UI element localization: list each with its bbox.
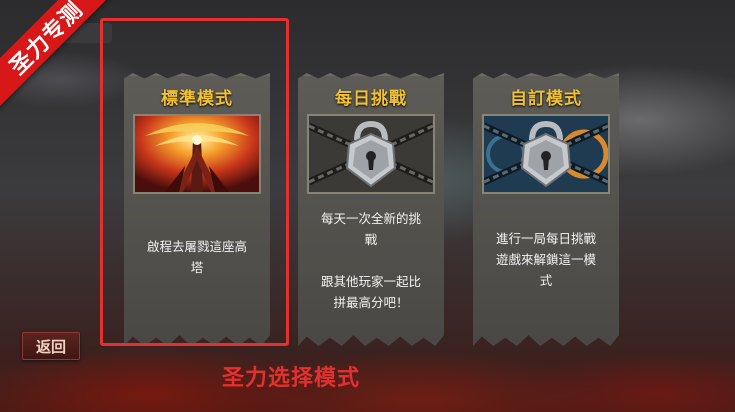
mode-card-title: 每日挑戰	[335, 89, 407, 109]
annotation-caption: 圣力选择模式	[222, 366, 361, 391]
back-button[interactable]: 返回	[22, 332, 80, 360]
selection-highlight	[100, 18, 289, 346]
daily-challenge-artwork	[307, 114, 435, 194]
custom-mode-artwork	[482, 114, 610, 194]
mode-card-daily-challenge[interactable]: 每日挑戰 每天一次全新的挑 戰 跟其他玩家一起比 拼最高分吧！	[298, 73, 444, 346]
mode-card-title: 自訂模式	[510, 89, 582, 109]
mode-card-description: 進行一局每日挑戰 遊戲來解鎖這一模 式	[495, 231, 596, 288]
mode-card-custom[interactable]: 自訂模式 進行一局每日挑戰 遊戲來解鎖這一模 式	[473, 73, 619, 346]
mode-card-description: 每天一次全新的挑 戰 跟其他玩家一起比 拼最高分吧！	[320, 211, 421, 310]
